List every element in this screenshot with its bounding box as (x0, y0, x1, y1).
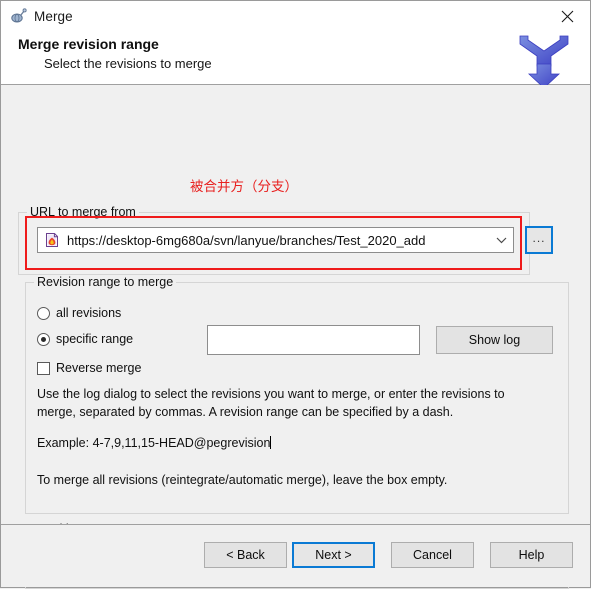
page-title: Merge revision range (18, 36, 159, 52)
radio-all-label: all revisions (56, 306, 122, 320)
merge-dialog: Merge Merge revision range Select the re… (0, 0, 591, 589)
radio-icon-all (37, 306, 50, 320)
url-group-legend: URL to merge from (27, 205, 139, 219)
text-caret (270, 436, 272, 449)
reverse-merge-label: Reverse merge (56, 361, 142, 375)
dialog-footer: < Back Next > Cancel Help (1, 524, 590, 587)
dialog-body: 被合并方（分支） URL to merge from https://deskt… (1, 85, 590, 589)
title-bar: Merge (1, 1, 590, 32)
back-button[interactable]: < Back (204, 542, 287, 568)
close-icon[interactable] (545, 1, 590, 32)
help-example-text: Example: 4-7,9,11,15-HEAD@pegrevision (37, 436, 271, 450)
radio-specific-range[interactable]: specific range (37, 332, 133, 346)
radio-icon-specific (37, 332, 50, 346)
help-text-example: Example: 4-7,9,11,15-HEAD@pegrevision (37, 434, 517, 452)
wizard-header: Merge revision range Select the revision… (1, 32, 590, 89)
url-combo-value: https://desktop-6mg680a/svn/lanyue/branc… (67, 232, 426, 248)
merge-icon (10, 8, 27, 25)
chevron-down-icon[interactable] (489, 228, 513, 252)
window-title: Merge (34, 9, 73, 24)
merge-arrow-logo (506, 30, 582, 90)
revision-range-input[interactable] (207, 325, 420, 355)
help-button[interactable]: Help (490, 542, 573, 568)
checkbox-reverse-merge[interactable]: Reverse merge (37, 361, 141, 375)
repository-icon (44, 232, 60, 248)
next-button[interactable]: Next > (292, 542, 375, 568)
help-text-reintegrate: To merge all revisions (reintegrate/auto… (37, 473, 448, 487)
browse-button[interactable]: ... (525, 226, 553, 254)
annotation-source-branch: 被合并方（分支） (190, 179, 298, 195)
checkbox-icon-reverse-merge (37, 361, 50, 375)
help-text-usage: Use the log dialog to select the revisio… (37, 387, 505, 419)
show-log-button-revisions[interactable]: Show log (436, 326, 553, 354)
radio-specific-label: specific range (56, 332, 134, 346)
url-combo-box[interactable]: https://desktop-6mg680a/svn/lanyue/branc… (37, 227, 514, 253)
radio-all-revisions[interactable]: all revisions (37, 306, 121, 320)
revision-group-legend: Revision range to merge (34, 275, 177, 289)
page-subtitle: Select the revisions to merge (44, 56, 212, 71)
cancel-button[interactable]: Cancel (391, 542, 474, 568)
